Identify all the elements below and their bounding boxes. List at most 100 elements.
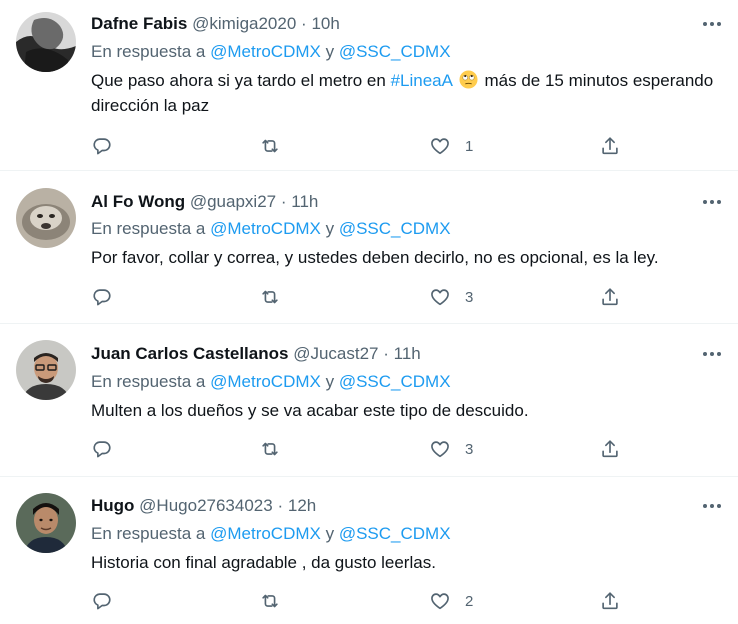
- more-options-button[interactable]: [700, 12, 724, 36]
- share-button[interactable]: [599, 437, 621, 461]
- retweet-icon: [259, 438, 281, 460]
- timestamp[interactable]: 12h: [288, 496, 316, 515]
- mention-link[interactable]: @MetroCDMX: [210, 219, 321, 238]
- like-count: 3: [465, 288, 474, 306]
- more-options-icon: [700, 342, 724, 366]
- tweet-text: Historia con final agradable , da gusto …: [91, 553, 436, 572]
- share-icon: [599, 286, 621, 308]
- reply-prefix: En respuesta a: [91, 524, 206, 543]
- reply-button[interactable]: [91, 589, 113, 613]
- heart-icon: [429, 438, 451, 460]
- like-count: 3: [465, 440, 474, 458]
- like-button[interactable]: 1: [429, 134, 473, 158]
- reply-button[interactable]: [91, 437, 113, 461]
- rolling-eyes-emoji: [459, 70, 478, 89]
- like-button[interactable]: 3: [429, 437, 473, 461]
- reply-button[interactable]: [91, 134, 113, 158]
- reply-joiner: y: [325, 219, 335, 238]
- more-options-icon: [700, 190, 724, 214]
- share-icon: [599, 135, 621, 157]
- reply-icon: [91, 135, 113, 157]
- mention-link[interactable]: @SSC_CDMX: [339, 219, 451, 238]
- reply-context: En respuesta a @MetroCDMX y @SSC_CDMX: [91, 522, 451, 546]
- share-button[interactable]: [599, 134, 621, 158]
- avatar[interactable]: [16, 188, 76, 248]
- retweet-button[interactable]: [259, 285, 281, 309]
- tweet-text: Por favor, collar y correa, y ustedes de…: [91, 248, 659, 267]
- user-handle[interactable]: @guapxi27: [190, 192, 276, 211]
- replies-feed: Dafne Fabis @kimiga2020 · 10h En respues…: [0, 0, 738, 624]
- hashtag-link[interactable]: #LineaA: [391, 71, 452, 90]
- share-button[interactable]: [599, 589, 621, 613]
- like-count: 1: [465, 137, 474, 155]
- reply-joiner: y: [325, 524, 335, 543]
- reply-icon: [91, 286, 113, 308]
- more-options-icon: [700, 494, 724, 518]
- heart-icon: [429, 135, 451, 157]
- timestamp[interactable]: 11h: [291, 192, 318, 211]
- tweet-header: Hugo @Hugo27634023 · 12h: [91, 494, 316, 518]
- avatar[interactable]: [16, 340, 76, 400]
- reply-context: En respuesta a @MetroCDMX y @SSC_CDMX: [91, 40, 451, 64]
- tweet-card[interactable]: Juan Carlos Castellanos @Jucast27 · 11h …: [0, 324, 738, 477]
- reply-prefix: En respuesta a: [91, 42, 206, 61]
- reply-prefix: En respuesta a: [91, 372, 206, 391]
- tweet-text: Que paso ahora si ya tardo el metro en #…: [91, 68, 721, 118]
- user-handle[interactable]: @Jucast27: [293, 344, 378, 363]
- separator-dot: ·: [277, 496, 284, 515]
- retweet-button[interactable]: [259, 589, 281, 613]
- more-options-button[interactable]: [700, 190, 724, 214]
- display-name[interactable]: Dafne Fabis: [91, 14, 187, 33]
- tweet-text-part: Que paso ahora si ya tardo el metro en: [91, 71, 386, 90]
- tweet-card[interactable]: Dafne Fabis @kimiga2020 · 10h En respues…: [0, 0, 738, 171]
- retweet-icon: [259, 135, 281, 157]
- avatar[interactable]: [16, 493, 76, 553]
- more-options-button[interactable]: [700, 342, 724, 366]
- mention-link[interactable]: @SSC_CDMX: [339, 42, 451, 61]
- reply-prefix: En respuesta a: [91, 219, 206, 238]
- retweet-button[interactable]: [259, 134, 281, 158]
- share-icon: [599, 590, 621, 612]
- timestamp[interactable]: 11h: [394, 344, 421, 363]
- separator-dot: ·: [383, 344, 389, 363]
- retweet-icon: [259, 590, 281, 612]
- retweet-icon: [259, 286, 281, 308]
- reply-button[interactable]: [91, 285, 113, 309]
- user-handle[interactable]: @Hugo27634023: [139, 496, 273, 515]
- like-button[interactable]: 3: [429, 285, 473, 309]
- share-icon: [599, 438, 621, 460]
- like-count: 2: [465, 592, 474, 610]
- mention-link[interactable]: @MetroCDMX: [210, 524, 321, 543]
- reply-icon: [91, 590, 113, 612]
- heart-icon: [429, 286, 451, 308]
- like-button[interactable]: 2: [429, 589, 473, 613]
- more-options-button[interactable]: [700, 494, 724, 518]
- tweet-header: Juan Carlos Castellanos @Jucast27 · 11h: [91, 342, 421, 366]
- display-name[interactable]: Hugo: [91, 496, 134, 515]
- tweet-text: Multen a los dueños y se va acabar este …: [91, 401, 529, 420]
- mention-link[interactable]: @SSC_CDMX: [339, 524, 451, 543]
- share-button[interactable]: [599, 285, 621, 309]
- reply-joiner: y: [325, 42, 335, 61]
- reply-context: En respuesta a @MetroCDMX y @SSC_CDMX: [91, 217, 451, 241]
- user-handle[interactable]: @kimiga2020: [192, 14, 296, 33]
- display-name[interactable]: Al Fo Wong: [91, 192, 185, 211]
- heart-icon: [429, 590, 451, 612]
- retweet-button[interactable]: [259, 437, 281, 461]
- timestamp[interactable]: 10h: [311, 14, 339, 33]
- reply-context: En respuesta a @MetroCDMX y @SSC_CDMX: [91, 370, 451, 394]
- separator-dot: ·: [280, 192, 287, 211]
- reply-joiner: y: [325, 372, 335, 391]
- mention-link[interactable]: @MetroCDMX: [210, 372, 321, 391]
- tweet-card[interactable]: Al Fo Wong @guapxi27 · 11h En respuesta …: [0, 171, 738, 324]
- mention-link[interactable]: @SSC_CDMX: [339, 372, 451, 391]
- tweet-header: Dafne Fabis @kimiga2020 · 10h: [91, 12, 340, 36]
- mention-link[interactable]: @MetroCDMX: [210, 42, 321, 61]
- avatar[interactable]: [16, 12, 76, 72]
- display-name[interactable]: Juan Carlos Castellanos: [91, 344, 288, 363]
- more-options-icon: [700, 12, 724, 36]
- tweet-header: Al Fo Wong @guapxi27 · 11h: [91, 190, 318, 214]
- tweet-card[interactable]: Hugo @Hugo27634023 · 12h En respuesta a …: [0, 477, 738, 624]
- reply-icon: [91, 438, 113, 460]
- separator-dot: ·: [301, 14, 307, 33]
